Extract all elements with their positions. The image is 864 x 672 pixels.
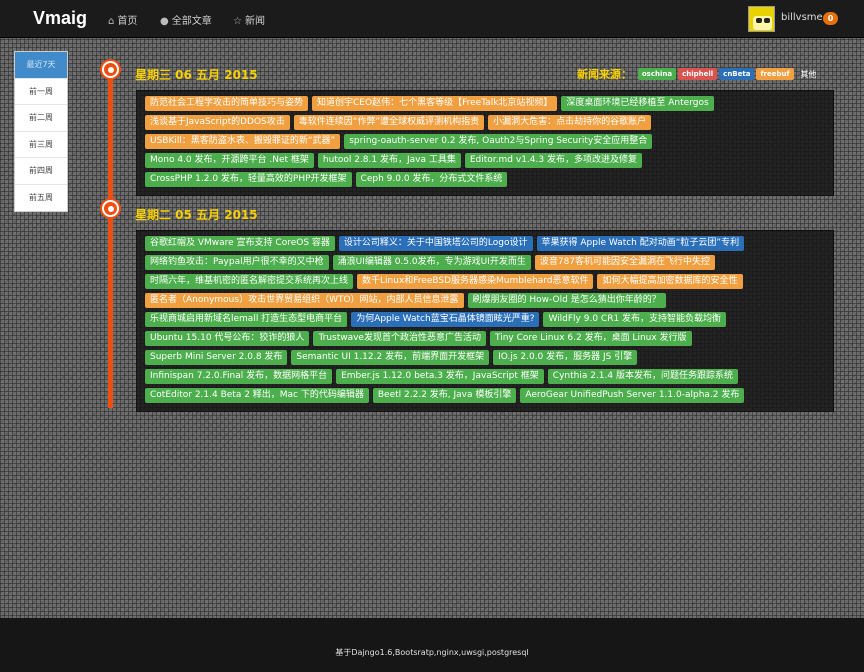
source-tag-other[interactable]: 其他: [800, 69, 816, 80]
sidebar-item-week-4[interactable]: 前四周: [15, 158, 67, 185]
day-title: 星期三 06 五月 2015: [135, 68, 258, 82]
news-link[interactable]: Beetl 2.2.2 发布, Java 模板引擎: [372, 388, 517, 403]
news-link[interactable]: hutool 2.8.1 发布，Java 工具集: [317, 153, 461, 168]
news-link[interactable]: Tiny Core Linux 6.2 发布，桌面 Linux 发行版: [489, 331, 692, 346]
footer: 基于Dajngo1.6,Bootsratp,nginx,uwsgi,postgr…: [0, 618, 864, 672]
news-link[interactable]: 设计公司释义：关于中国铁塔公司的Logo设计: [338, 236, 533, 251]
sidebar-item-last-7-days[interactable]: 最近7天: [15, 52, 67, 79]
footer-text: 基于Dajngo1.6,Bootsratp,nginx,uwsgi,postgr…: [335, 648, 529, 657]
nav-item-news[interactable]: ☆ 新闻: [233, 12, 265, 27]
day-title: 星期二 05 五月 2015: [135, 208, 258, 222]
news-source-legend: 新闻来源： oschina chiphell cnBeta freebuf 其他: [577, 66, 816, 82]
news-link[interactable]: 如何大幅提高加密数据库的安全性: [597, 274, 743, 289]
news-link[interactable]: 波音787客机可能因安全漏洞在飞行中失控: [534, 255, 716, 270]
news-link[interactable]: USBKill：黑客防盗水表、搬毁罪证的新“武器”: [145, 134, 341, 149]
news-link[interactable]: 为何Apple Watch蓝宝石晶体镜面眩光严重?: [351, 312, 540, 327]
nav-item-home[interactable]: ⌂ 首页: [108, 12, 137, 27]
avatar-eye-left: [756, 18, 762, 23]
timeline-dot: [102, 61, 119, 78]
news-link[interactable]: Semantic UI 1.12.2 发布，前端界面开发框架: [291, 350, 490, 365]
source-tag-oschina[interactable]: oschina: [637, 68, 677, 80]
news-link[interactable]: 小漏洞大危害：点击劫持你的谷歌账户: [488, 115, 652, 130]
avatar[interactable]: [748, 6, 775, 32]
news-link[interactable]: WildFly 9.0 CR1 发布，支持智能负载均衡: [543, 312, 727, 327]
news-link[interactable]: Cynthia 2.1.4 版本发布，问题任务跟踪系统: [547, 369, 738, 384]
news-link[interactable]: Mono 4.0 发布，开源跨平台 .Net 框架: [145, 153, 314, 168]
source-tag-chiphell[interactable]: chiphell: [678, 68, 718, 80]
news-link[interactable]: 乐视商城启用新域名lemall 打造生态型电商平台: [145, 312, 348, 327]
star-icon: ☆: [233, 16, 242, 27]
news-link[interactable]: Superb Mini Server 2.0.8 发布: [145, 350, 288, 365]
news-link[interactable]: CrossPHP 1.2.0 发布，轻量高效的PHP开发框架: [145, 172, 352, 187]
globe-icon: ●: [160, 16, 169, 27]
news-link[interactable]: 谷歌红帽及 VMware 宣布支持 CoreOS 容器: [145, 236, 335, 251]
news-link[interactable]: 网络钓鱼攻击：Paypal用户很不幸的又中枪: [145, 255, 329, 270]
source-tag-cnbeta[interactable]: cnBeta: [719, 68, 755, 80]
news-link[interactable]: 防范社会工程学攻击的简单技巧与姿势: [145, 96, 309, 111]
nav-item-all-articles[interactable]: ● 全部文章: [160, 12, 212, 27]
news-link[interactable]: Ceph 9.0.0 发布，分布式文件系统: [355, 172, 508, 187]
news-link[interactable]: Trustwave发现首个政治性恶意广告活动: [313, 331, 486, 346]
timeline-line: [108, 70, 113, 408]
news-link[interactable]: 苹果获得 Apple Watch 配对动画“粒子云团”专利: [536, 236, 745, 251]
notification-badge[interactable]: 0: [823, 12, 838, 25]
news-link[interactable]: 刷爆朋友圈的 How-Old 是怎么猜出你年龄的？: [467, 293, 666, 308]
home-icon: ⌂: [108, 16, 115, 27]
news-link[interactable]: Ember.js 1.12.0 beta.3 发布，JavaScript 框架: [336, 369, 544, 384]
timeline-dot: [102, 200, 119, 217]
news-link[interactable]: CotEditor 2.1.4 Beta 2 释出，Mac 下的代码编辑器: [145, 388, 369, 403]
news-link[interactable]: IO.js 2.0.0 发布，服务器 JS 引擎: [493, 350, 638, 365]
brand-logo[interactable]: Vmaig: [33, 8, 87, 29]
day-news-box: 谷歌红帽及 VMware 宣布支持 CoreOS 容器 设计公司释义：关于中国铁塔…: [136, 230, 834, 412]
news-link[interactable]: 毒软件连续因“作弊”遭全球权威评测机构指责: [293, 115, 485, 130]
avatar-eye-right: [764, 18, 770, 23]
sidebar-item-week-3[interactable]: 前三周: [15, 132, 67, 158]
news-link[interactable]: 数千Linux和FreeBSD服务器感染Mumblehard恶意软件: [357, 274, 594, 289]
news-link[interactable]: spring-oauth-server 0.2 发布, Oauth2与Sprin…: [344, 134, 653, 149]
news-link[interactable]: 深度桌面环境已经移植至 Antergos: [561, 96, 714, 111]
news-link[interactable]: 浅谈基于JavaScript的DDOS攻击: [145, 115, 290, 130]
sidebar-item-week-1[interactable]: 前一周: [15, 79, 67, 105]
nav-item-label: 全部文章: [171, 16, 212, 27]
news-link[interactable]: 匿名者（Anonymous）攻击世界贸易组织（WTO）网站，内部人员信息泄露: [145, 293, 464, 308]
news-link[interactable]: 知道创宇CEO赵伟：七个黑客等级【FreeTalk北京站视频】: [312, 96, 558, 111]
day-news-box: 防范社会工程学攻击的简单技巧与姿势 知道创宇CEO赵伟：七个黑客等级【FreeTa…: [136, 90, 834, 196]
news-link[interactable]: 涌浪UI编辑器 0.5.0发布，专为游戏UI开发而生: [332, 255, 531, 270]
news-link[interactable]: AeroGear UnifiedPush Server 1.1.0-alpha.…: [520, 388, 745, 403]
news-link[interactable]: 时隔六年，维基机密的匿名解密提交系统再次上线: [145, 274, 354, 289]
sidebar-item-week-2[interactable]: 前二周: [15, 105, 67, 132]
news-link[interactable]: Infinispan 7.2.0.Final 发布，数据网格平台: [145, 369, 333, 384]
source-tag-freebuf[interactable]: freebuf: [756, 68, 794, 80]
news-source-label: 新闻来源：: [577, 68, 632, 81]
top-navbar: Vmaig ⌂ 首页 ● 全部文章 ☆ 新闻 billvsme 0: [0, 0, 864, 38]
sidebar-item-week-5[interactable]: 前五周: [15, 185, 67, 212]
news-link[interactable]: Ubuntu 15.10 代号公布：狡诈的狼人: [145, 331, 310, 346]
nav-item-label: 首页: [117, 16, 138, 27]
username[interactable]: billvsme: [781, 12, 823, 23]
news-link[interactable]: Editor.md v1.4.3 发布，多项改进及修复: [464, 153, 642, 168]
week-filter-sidebar: 最近7天 前一周 前二周 前三周 前四周 前五周: [14, 51, 68, 212]
nav-item-label: 新闻: [244, 16, 265, 27]
